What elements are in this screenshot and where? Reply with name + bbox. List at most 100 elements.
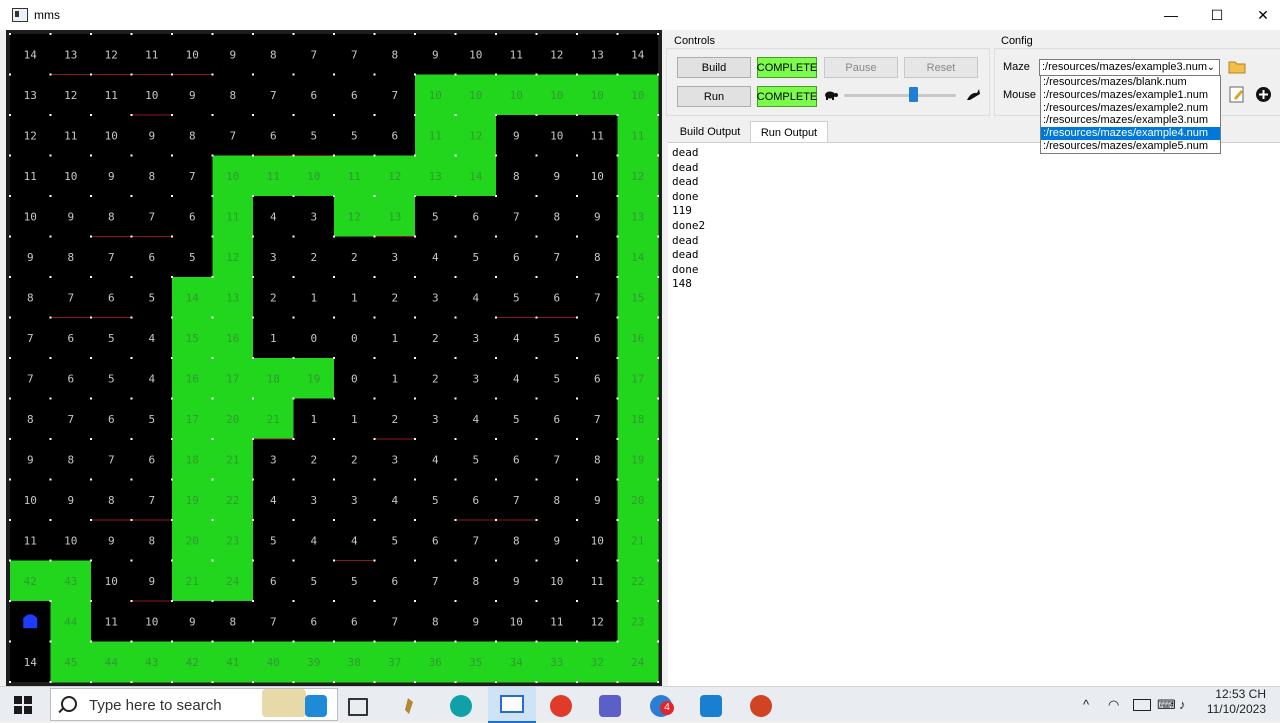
output-line: dead bbox=[672, 175, 699, 189]
cell-distance: 3 bbox=[270, 453, 277, 466]
cell-distance: 2 bbox=[310, 453, 317, 466]
maze-post bbox=[414, 681, 416, 683]
cell-distance: 33 bbox=[550, 656, 563, 669]
maze-post bbox=[535, 276, 538, 278]
cell-distance: 14 bbox=[24, 656, 38, 669]
pause-button[interactable]: Pause bbox=[824, 57, 898, 78]
maze-post bbox=[414, 397, 416, 400]
cell-distance: 2 bbox=[432, 332, 439, 345]
network-icon[interactable]: ◠ bbox=[1108, 697, 1119, 713]
maze-select[interactable]: :/resources/mazes/example3.num ⌄ bbox=[1039, 59, 1220, 76]
clock[interactable]: 12:53 CH 11/10/2023 bbox=[1207, 687, 1266, 717]
vscode-icon[interactable] bbox=[700, 695, 722, 717]
maze-dropdown-list[interactable]: :/resources/mazes/blank.num:/resources/m… bbox=[1040, 75, 1221, 154]
tab-build-output[interactable]: Build Output bbox=[670, 121, 750, 143]
cell-distance: 44 bbox=[64, 615, 78, 628]
maze-post bbox=[616, 235, 619, 238]
cell-distance: 10 bbox=[550, 89, 563, 102]
cell-distance: 10 bbox=[510, 615, 523, 628]
chrome-icon[interactable] bbox=[550, 695, 572, 717]
mms-taskbar-item[interactable] bbox=[488, 687, 536, 723]
cell-distance: 12 bbox=[24, 129, 37, 142]
windows-start-icon[interactable] bbox=[14, 696, 32, 714]
maze-post bbox=[414, 316, 416, 319]
input-method-icon[interactable]: ⌨ bbox=[1157, 697, 1176, 713]
cell-distance: 3 bbox=[310, 210, 317, 223]
maze-option[interactable]: :/resources/mazes/example2.num bbox=[1041, 102, 1220, 115]
maze-post bbox=[333, 33, 335, 35]
cell-distance: 9 bbox=[189, 615, 196, 628]
run-button[interactable]: Run bbox=[677, 86, 751, 107]
speed-slider-handle[interactable] bbox=[909, 87, 919, 102]
maze-option[interactable]: :/resources/mazes/example3.num bbox=[1041, 114, 1220, 127]
reset-button[interactable]: Reset bbox=[904, 57, 978, 78]
volume-icon[interactable]: ♪ bbox=[1179, 697, 1186, 712]
output-line: dead bbox=[672, 233, 699, 247]
cell-distance: 8 bbox=[67, 453, 74, 466]
cell-distance: 16 bbox=[186, 372, 199, 385]
cell-distance: 2 bbox=[391, 291, 398, 304]
maze-post bbox=[535, 681, 538, 683]
copilot-icon[interactable] bbox=[305, 695, 327, 717]
cell-distance: 10 bbox=[24, 494, 37, 507]
maze-option[interactable]: :/resources/mazes/blank.num bbox=[1041, 76, 1220, 89]
maze-option[interactable]: :/resources/mazes/example5.num bbox=[1041, 140, 1220, 153]
cell-distance: 12 bbox=[388, 170, 401, 183]
cell-distance: 2 bbox=[432, 372, 439, 385]
maze-post bbox=[211, 519, 214, 521]
chevron-up-icon[interactable]: ^ bbox=[1083, 697, 1089, 712]
maze-post bbox=[616, 73, 619, 76]
cell-distance: 6 bbox=[432, 534, 439, 547]
maze-label: Maze bbox=[1003, 61, 1030, 73]
maze-post bbox=[576, 438, 578, 440]
battery-icon[interactable] bbox=[1133, 699, 1151, 711]
maze-post bbox=[657, 73, 659, 76]
cell-distance: 10 bbox=[469, 48, 482, 61]
task-view-icon[interactable] bbox=[348, 698, 368, 716]
maze-post bbox=[333, 438, 335, 440]
cell-distance: 4 bbox=[432, 453, 439, 466]
maze-post bbox=[454, 640, 457, 643]
folder-icon[interactable] bbox=[1228, 59, 1246, 75]
add-icon[interactable] bbox=[1255, 86, 1272, 103]
maze-post bbox=[49, 397, 52, 400]
search-placeholder: Type here to search bbox=[89, 697, 222, 714]
cell-distance: 42 bbox=[186, 656, 199, 669]
maze-post bbox=[292, 640, 295, 643]
app-launcher-icon[interactable] bbox=[399, 695, 421, 717]
powerpoint-icon[interactable] bbox=[750, 695, 772, 717]
build-button[interactable]: Build bbox=[677, 57, 751, 78]
cell-distance: 1 bbox=[310, 413, 317, 426]
cell-distance: 7 bbox=[391, 89, 398, 102]
maze-post bbox=[49, 114, 52, 116]
tab-run-output[interactable]: Run Output bbox=[750, 121, 828, 143]
maze-post bbox=[90, 114, 92, 116]
maze-post bbox=[130, 681, 133, 683]
maze-post bbox=[130, 316, 133, 319]
cell-distance: 10 bbox=[64, 170, 77, 183]
arduino-icon[interactable] bbox=[450, 695, 472, 717]
maze-post bbox=[454, 478, 457, 481]
cell-distance: 12 bbox=[469, 129, 482, 142]
maze-post bbox=[576, 478, 578, 481]
edit-icon[interactable] bbox=[1229, 86, 1245, 103]
speed-slider-track[interactable] bbox=[844, 94, 956, 97]
maze-post bbox=[616, 114, 619, 116]
cell-distance: 7 bbox=[553, 251, 560, 264]
cell-distance: 7 bbox=[27, 372, 34, 385]
run-output-text[interactable]: dead dead dead done 119 done2 dead dead done 148 bbox=[668, 142, 1280, 686]
cell-distance: 10 bbox=[145, 89, 158, 102]
teams-icon[interactable] bbox=[599, 695, 621, 717]
close-button[interactable]: ✕ bbox=[1240, 0, 1280, 30]
maze-option[interactable]: :/resources/mazes/example4.num bbox=[1041, 127, 1220, 140]
maze-post bbox=[495, 397, 497, 400]
maze-post bbox=[454, 559, 457, 562]
maze-option[interactable]: :/resources/mazes/example1.num bbox=[1041, 89, 1220, 102]
cell-distance: 3 bbox=[310, 494, 317, 507]
maximize-button[interactable]: ☐ bbox=[1194, 0, 1240, 30]
maze-post bbox=[211, 73, 214, 76]
output-line: done2 bbox=[672, 218, 706, 232]
maze-post bbox=[171, 195, 173, 197]
cell-distance: 5 bbox=[148, 413, 155, 426]
minimize-button[interactable]: — bbox=[1148, 0, 1194, 30]
